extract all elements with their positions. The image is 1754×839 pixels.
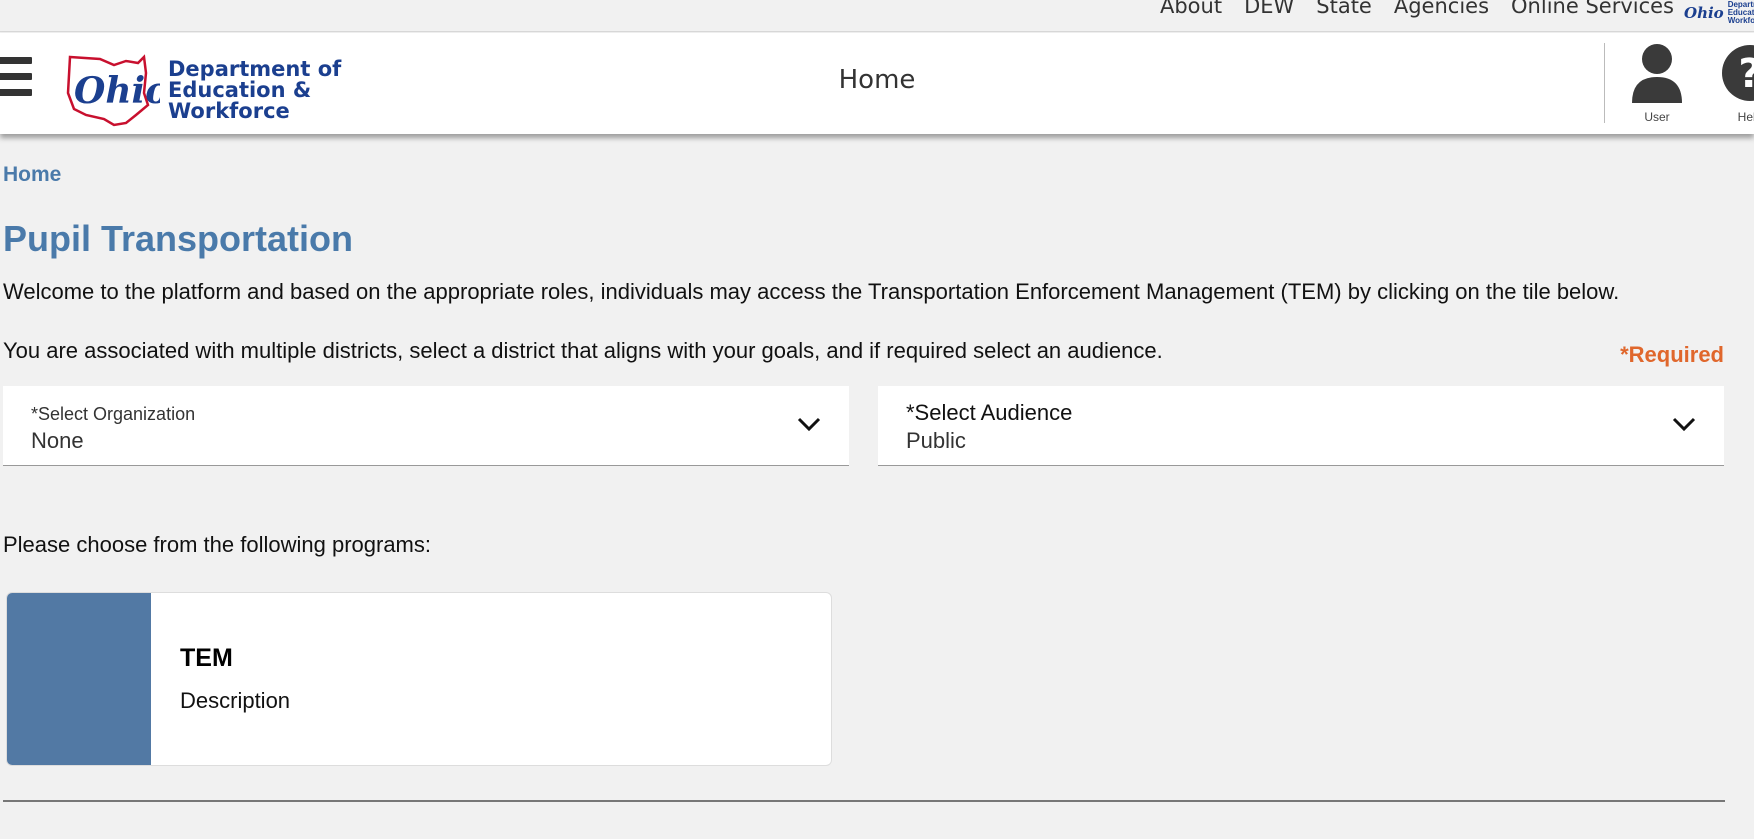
- department-name: Department of Education & Workforce: [168, 56, 342, 123]
- user-label: User: [1644, 110, 1670, 124]
- site-header: Ohio Department of Education & Workforce…: [0, 33, 1754, 134]
- utility-links: About DEW State Agencies Online Services: [1160, 0, 1674, 18]
- associated-districts-text: You are associated with multiple distric…: [3, 338, 1163, 363]
- required-indicator: *Required: [1620, 342, 1724, 367]
- about-link[interactable]: About: [1160, 0, 1222, 18]
- brand-line-2: Education &: [168, 77, 312, 102]
- breadcrumb-home[interactable]: Home: [3, 163, 61, 187]
- ohio-mini-logo[interactable]: Ohio Departm Educatio Workforc: [1684, 0, 1754, 26]
- mini-logo-line-3: Workforc: [1727, 16, 1754, 25]
- program-tile-tem[interactable]: TEM Description: [6, 592, 832, 766]
- chevron-down-icon: [1672, 417, 1696, 432]
- svg-text:?: ?: [1738, 51, 1754, 97]
- organization-select-label: *Select Organization: [31, 404, 196, 424]
- dew-link[interactable]: DEW: [1244, 0, 1294, 18]
- svg-text:Ohio: Ohio: [74, 70, 160, 112]
- agencies-link[interactable]: Agencies: [1394, 0, 1489, 18]
- ohio-state-outline-logo: Ohio: [66, 54, 160, 127]
- chevron-down-icon: [797, 417, 821, 432]
- welcome-text: Welcome to the platform and based on the…: [3, 279, 1620, 304]
- help-label: Help: [1737, 110, 1754, 124]
- hamburger-menu-icon[interactable]: [0, 57, 34, 109]
- audience-select-label: *Select Audience: [906, 400, 1073, 425]
- program-tile-accent: [7, 593, 151, 765]
- organization-select-value: None: [31, 428, 84, 453]
- organization-select[interactable]: *Select Organization None: [3, 386, 849, 466]
- choose-programs-text: Please choose from the following program…: [3, 532, 431, 557]
- mini-ohio-wordmark: Ohio: [1684, 4, 1724, 22]
- help-button[interactable]: ? Help: [1720, 43, 1754, 124]
- user-button[interactable]: User: [1624, 43, 1690, 124]
- brand-line-1: Department of: [168, 56, 342, 81]
- header-divider: [1604, 43, 1605, 123]
- top-utility-bar: About DEW State Agencies Online Services…: [0, 0, 1754, 32]
- mini-logo-text: Departm Educatio Workforc: [1728, 1, 1754, 25]
- brand-line-3: Workforce: [168, 98, 290, 123]
- department-logo[interactable]: Ohio Department of Education & Workforce: [64, 53, 341, 127]
- section-divider: [3, 800, 1725, 802]
- help-icon: ?: [1722, 45, 1754, 101]
- program-tile-description: Description: [180, 688, 291, 713]
- audience-select[interactable]: *Select Audience Public: [878, 386, 1724, 466]
- program-tile-title: TEM: [180, 644, 233, 672]
- online-services-link[interactable]: Online Services: [1511, 0, 1674, 18]
- state-link[interactable]: State: [1316, 0, 1372, 18]
- user-icon: [1632, 44, 1682, 103]
- audience-select-value: Public: [906, 428, 966, 453]
- page-title: Pupil Transportation: [3, 218, 354, 259]
